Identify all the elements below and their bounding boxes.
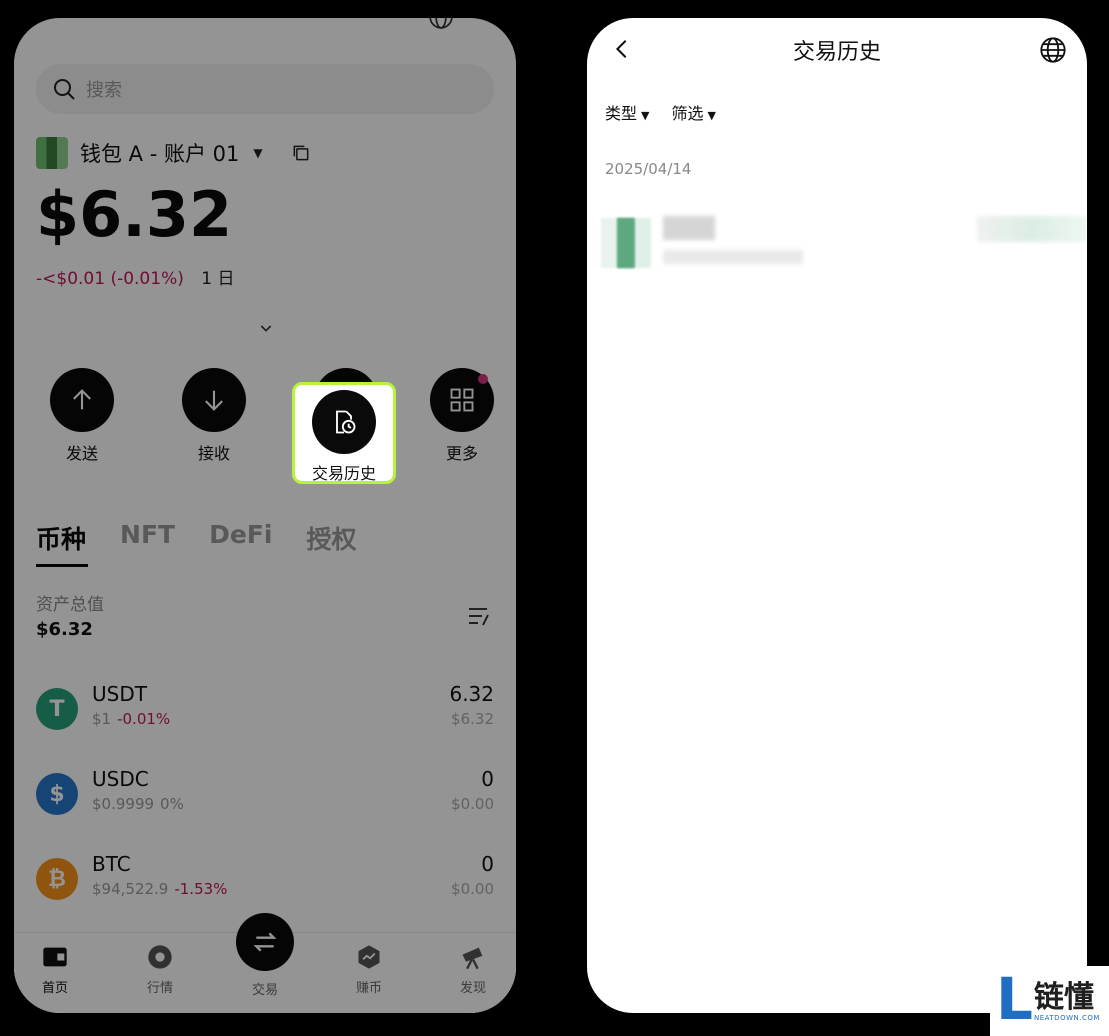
change-value: -<$0.01 (-0.01%) xyxy=(36,269,184,289)
usdt-logo-icon: T xyxy=(36,688,78,730)
tab-nft[interactable]: NFT xyxy=(120,520,175,556)
wallet-selector[interactable]: 钱包 A - 账户 01 ▼ xyxy=(36,136,311,170)
quick-actions: 发送 接收 交易历史 更多 xyxy=(14,368,516,478)
screen-filter[interactable]: 筛选 ▼ xyxy=(671,100,715,124)
screen-filter-label: 筛选 xyxy=(671,104,704,123)
asset-tabs: 币种 NFT DeFi 授权 xyxy=(36,520,356,556)
date-header: 2025/04/14 xyxy=(605,160,692,178)
wallet-icon xyxy=(43,947,67,967)
telescope-icon xyxy=(462,947,483,970)
nav-discover[interactable]: 发现 xyxy=(438,943,508,996)
brand-l-mark: L xyxy=(996,965,1033,1033)
earn-icon xyxy=(358,945,380,969)
transaction-row[interactable] xyxy=(601,214,1087,270)
bottom-nav: 首页 行情 交易 赚币 发现 xyxy=(14,913,516,1013)
brand-logo: L 链懂 NEATDOWN.COM xyxy=(990,966,1109,1036)
token-usd-value: $0.00 xyxy=(451,880,494,898)
tab-approvals[interactable]: 授权 xyxy=(306,520,356,556)
receive-button[interactable]: 接收 xyxy=(164,368,264,464)
token-icon-blurred-center xyxy=(617,218,635,268)
token-row[interactable]: T USDT $1 -0.01% 6.32 $6.32 xyxy=(14,682,516,742)
token-price: $94,522.9 xyxy=(92,880,169,898)
token-price-line: $0.9999 0% xyxy=(92,795,184,813)
token-price: $1 xyxy=(92,710,112,728)
usdc-logo-icon: $ xyxy=(36,773,78,815)
token-quantity: 0 xyxy=(481,767,494,791)
nav-earn-label: 赚币 xyxy=(355,981,382,996)
nav-earn[interactable]: 赚币 xyxy=(334,943,404,996)
token-symbol: BTC xyxy=(92,852,131,876)
arrow-down-icon xyxy=(182,368,246,432)
caret-down-icon[interactable]: ▼ xyxy=(253,146,262,160)
caret-down-icon: ▼ xyxy=(707,109,716,122)
history-doc-icon xyxy=(312,390,376,454)
token-change: 0% xyxy=(160,795,184,813)
nav-home-label: 首页 xyxy=(41,981,68,996)
total-assets-value: $6.32 xyxy=(36,619,93,640)
more-label: 更多 xyxy=(445,444,478,463)
total-balance: $6.32 xyxy=(36,178,233,251)
btc-logo-icon: ₿ xyxy=(36,858,78,900)
nav-trade-label: 交易 xyxy=(251,983,278,998)
brand-cn: 链懂 xyxy=(1034,980,1094,1015)
send-button[interactable]: 发送 xyxy=(32,368,132,464)
market-icon xyxy=(148,945,172,969)
globe-icon[interactable] xyxy=(428,18,454,30)
filter-bar: 类型 ▼ 筛选 ▼ xyxy=(605,100,716,124)
grid-icon xyxy=(430,368,494,432)
arrow-up-icon xyxy=(50,368,114,432)
tx-subtitle-blurred xyxy=(663,250,803,264)
tx-title-blurred xyxy=(663,216,715,240)
wallet-avatar xyxy=(36,137,68,169)
token-usd-value: $0.00 xyxy=(451,795,494,813)
swap-icon xyxy=(253,932,277,952)
token-usd-value: $6.32 xyxy=(451,710,494,728)
token-quantity: 6.32 xyxy=(449,682,494,706)
search-input[interactable]: 搜索 xyxy=(36,64,494,114)
token-price: $0.9999 xyxy=(92,795,155,813)
tab-defi[interactable]: DeFi xyxy=(209,520,272,556)
search-placeholder: 搜索 xyxy=(86,80,122,101)
tx-amount-blurred xyxy=(977,216,1087,242)
type-filter-label: 类型 xyxy=(605,104,638,123)
token-row[interactable]: $ USDC $0.9999 0% 0 $0.00 xyxy=(14,767,516,827)
globe-icon[interactable] xyxy=(1039,36,1067,64)
more-button[interactable]: 更多 xyxy=(412,368,512,464)
token-symbol: USDC xyxy=(92,767,149,791)
token-price-line: $1 -0.01% xyxy=(92,710,170,728)
tab-tokens[interactable]: 币种 xyxy=(36,520,86,556)
token-symbol: USDT xyxy=(92,682,147,706)
history-label: 交易历史 xyxy=(311,464,376,483)
send-label: 发送 xyxy=(65,444,98,463)
wallet-home-screen: 搜索 钱包 A - 账户 01 ▼ $6.32 -<$0.01 (-0.01%)… xyxy=(14,18,516,1013)
nav-market-label: 行情 xyxy=(146,981,173,996)
notification-badge xyxy=(478,374,488,384)
total-assets-label: 资产总值 xyxy=(36,595,104,615)
balance-change: -<$0.01 (-0.01%) 1 日 xyxy=(36,264,235,289)
copy-icon[interactable] xyxy=(291,143,311,163)
brand-en: NEATDOWN.COM xyxy=(1034,1014,1100,1022)
token-quantity: 0 xyxy=(481,852,494,876)
wallet-name: 钱包 A - 账户 01 xyxy=(80,142,240,166)
active-tab-indicator xyxy=(36,564,88,567)
token-row[interactable]: ₿ BTC $94,522.9 -1.53% 0 $0.00 xyxy=(14,852,516,912)
token-change: -1.53% xyxy=(174,880,228,898)
page-title: 交易历史 xyxy=(792,40,881,65)
token-change: -0.01% xyxy=(117,710,171,728)
nav-home[interactable]: 首页 xyxy=(20,943,90,996)
history-button-highlight[interactable]: 交易历史 xyxy=(292,382,396,484)
nav-discover-label: 发现 xyxy=(459,981,486,996)
sort-icon[interactable] xyxy=(466,604,492,628)
token-price-line: $94,522.9 -1.53% xyxy=(92,880,227,898)
transaction-history-screen: 交易历史 类型 ▼ 筛选 ▼ 2025/04/14 xyxy=(587,18,1087,1013)
search-icon xyxy=(52,77,76,101)
nav-market[interactable]: 行情 xyxy=(125,943,195,996)
swap-button[interactable] xyxy=(236,913,294,971)
type-filter[interactable]: 类型 ▼ xyxy=(605,100,649,124)
receive-label: 接收 xyxy=(197,444,230,463)
change-period[interactable]: 1 日 xyxy=(201,269,234,289)
chevron-down-icon[interactable] xyxy=(258,320,274,336)
caret-down-icon: ▼ xyxy=(641,109,650,122)
